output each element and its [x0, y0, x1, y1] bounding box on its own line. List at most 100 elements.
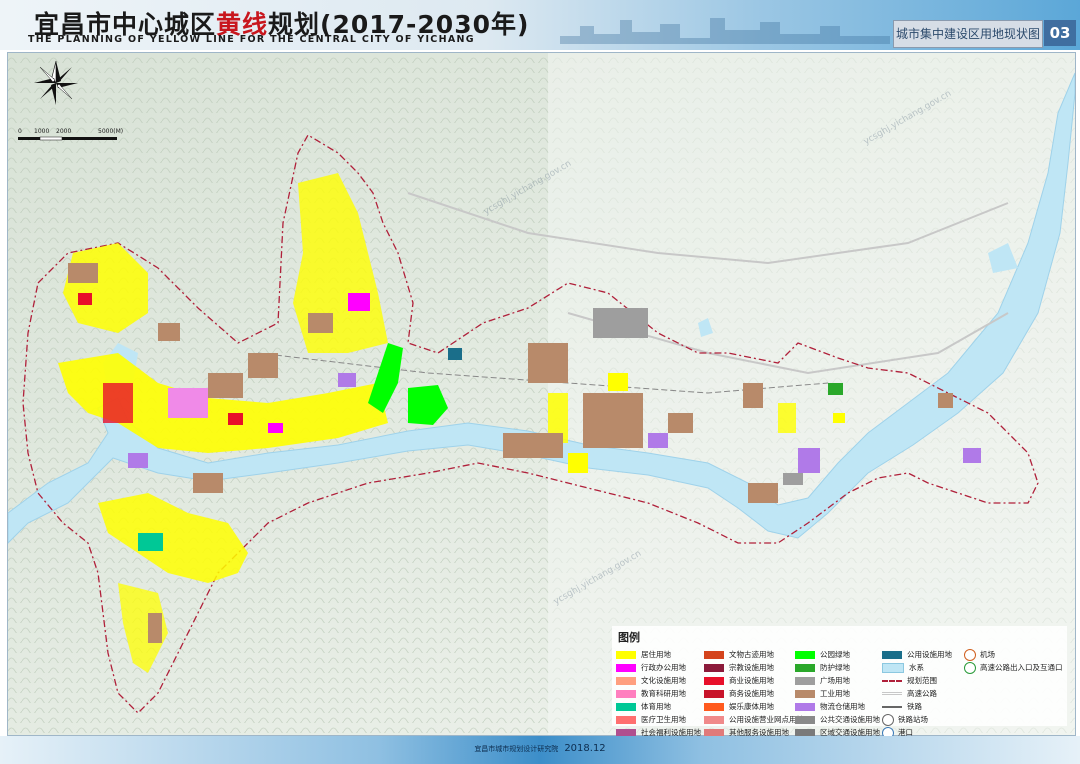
legend-item: 工业用地 — [795, 687, 880, 700]
legend-item: 铁路站场 — [882, 713, 952, 726]
legend-item: 物流仓储用地 — [795, 700, 880, 713]
legend-column: 文物古迹用地 宗教设施用地 商业设施用地 商务设施用地 娱乐康体用地公用设施营业网点用地… — [704, 648, 804, 739]
legend-item: 公园绿地 — [795, 648, 880, 661]
legend-item: 文化设施用地 — [616, 674, 701, 687]
legend-label: 文物古迹用地 — [729, 650, 774, 659]
legend-swatch — [795, 676, 815, 685]
legend-column: 公园绿地 防护绿地 广场用地 工业用地 物流仓储用地 公共交通设施用地 区域交通设施用地 — [795, 648, 880, 739]
legend-column: 居住用地 行政办公用地 文化设施用地 教育科研用地 体育用地 医疗卫生用地 社会福利设施用地 — [616, 648, 701, 739]
legend-label: 商业设施用地 — [729, 676, 774, 685]
legend-item: 医疗卫生用地 — [616, 713, 701, 726]
railway-line-swatch — [882, 705, 902, 708]
legend-swatch — [882, 662, 904, 673]
north-arrow-icon — [34, 60, 78, 105]
legend-swatch — [616, 689, 636, 698]
legend-label: 防护绿地 — [820, 663, 850, 672]
legend-label: 商务设施用地 — [729, 689, 774, 698]
footer-date: 2018.12 — [564, 743, 606, 754]
legend-swatch — [704, 715, 724, 724]
legend-title: 图例 — [618, 631, 640, 644]
legend-label: 铁路 — [907, 702, 922, 711]
legend-label: 广场用地 — [820, 676, 850, 685]
legend-label: 公用设施用地 — [907, 650, 952, 659]
legend-item: 高速公路出入口及互通口 — [964, 661, 1063, 674]
legend-item: 广场用地 — [795, 674, 880, 687]
footer-org: 宜昌市城市规划设计研究院 — [474, 745, 559, 753]
legend-swatch — [704, 650, 724, 659]
legend-label: 物流仓储用地 — [820, 702, 865, 711]
boundary-line-swatch — [882, 679, 902, 682]
legend-item: 公用设施营业网点用地 — [704, 713, 804, 726]
legend-item: 娱乐康体用地 — [704, 700, 804, 713]
legend-label: 文化设施用地 — [641, 676, 686, 685]
legend-label: 工业用地 — [820, 689, 850, 698]
map-legend: 图例 居住用地 行政办公用地 文化设施用地 教育科研用地 体育用地 医疗卫生用地 社会福利设… — [612, 626, 1067, 739]
legend-item: 体育用地 — [616, 700, 701, 713]
legend-item: 文物古迹用地 — [704, 648, 804, 661]
legend-label: 体育用地 — [641, 702, 671, 711]
legend-label: 公共交通设施用地 — [820, 715, 880, 724]
legend-item: 商务设施用地 — [704, 687, 804, 700]
legend-item: 行政办公用地 — [616, 661, 701, 674]
page-title-english: THE PLANNING OF YELLOW LINE FOR THE CENT… — [28, 34, 475, 45]
legend-label: 居住用地 — [641, 650, 671, 659]
legend-label: 行政办公用地 — [641, 663, 686, 672]
legend-label: 高速公路出入口及互通口 — [980, 663, 1063, 672]
legend-swatch — [882, 650, 902, 659]
legend-item: 铁路 — [882, 700, 952, 713]
airport-icon — [964, 648, 976, 661]
scale-bar-graphic — [18, 136, 117, 141]
scale-label-0: 0 — [18, 128, 22, 135]
legend-item: 防护绿地 — [795, 661, 880, 674]
sheet-number-badge: 03 — [1044, 20, 1076, 46]
scale-label-1000: 1000 — [34, 128, 50, 135]
legend-swatch — [795, 650, 815, 659]
legend-item: 规划范围 — [882, 674, 952, 687]
legend-item: 商业设施用地 — [704, 674, 804, 687]
legend-item: 公共交通设施用地 — [795, 713, 880, 726]
legend-label: 规划范围 — [907, 676, 937, 685]
sheet-name-badge: 城市集中建设区用地现状图 — [893, 20, 1043, 48]
legend-swatch — [704, 702, 724, 711]
rail-station-icon — [882, 713, 894, 726]
legend-swatch — [795, 715, 815, 724]
scale-label-5000: 5000(M) — [98, 128, 124, 135]
legend-label: 公用设施营业网点用地 — [729, 715, 804, 724]
legend-item: 居住用地 — [616, 648, 701, 661]
legend-swatch — [616, 663, 636, 672]
legend-swatch — [704, 676, 724, 685]
interchange-icon — [964, 661, 976, 674]
legend-label: 机场 — [980, 650, 995, 659]
legend-swatch — [616, 702, 636, 711]
legend-label: 高速公路 — [907, 689, 937, 698]
legend-swatch — [795, 702, 815, 711]
legend-swatch — [704, 689, 724, 698]
legend-item: 宗教设施用地 — [704, 661, 804, 674]
legend-label: 公园绿地 — [820, 650, 850, 659]
legend-item: 高速公路 — [882, 687, 952, 700]
legend-label: 医疗卫生用地 — [641, 715, 686, 724]
legend-column: 机场高速公路出入口及互通口 — [964, 648, 1063, 674]
legend-swatch — [795, 663, 815, 672]
legend-swatch — [616, 715, 636, 724]
legend-swatch — [616, 650, 636, 659]
title-banner: 宜昌市中心城区黄线规划(2017-2030年) THE PLANNING OF … — [0, 0, 1080, 50]
legend-label: 铁路站场 — [898, 715, 928, 724]
legend-label: 宗教设施用地 — [729, 663, 774, 672]
skyline-graphic — [560, 18, 890, 44]
highway-line-swatch — [882, 692, 902, 695]
legend-item: 机场 — [964, 648, 1063, 661]
legend-swatch — [795, 689, 815, 698]
legend-column: 公用设施用地 水系 规划范围 高速公路 铁路 铁路站场 港口 — [882, 648, 952, 739]
legend-label: 教育科研用地 — [641, 689, 686, 698]
legend-item: 教育科研用地 — [616, 687, 701, 700]
legend-item: 水系 — [882, 661, 952, 674]
legend-swatch — [616, 676, 636, 685]
legend-item: 公用设施用地 — [882, 648, 952, 661]
footer-text: 宜昌市城市规划设计研究院 2018.12 — [0, 743, 1080, 754]
footer-bar: 宜昌市城市规划设计研究院 2018.12 — [0, 736, 1080, 764]
scale-label-2000: 2000 — [56, 128, 72, 135]
legend-label: 娱乐康体用地 — [729, 702, 774, 711]
scale-bar-labels: 0 1000 2000 5000(M) — [18, 128, 128, 136]
legend-label: 水系 — [909, 663, 924, 672]
